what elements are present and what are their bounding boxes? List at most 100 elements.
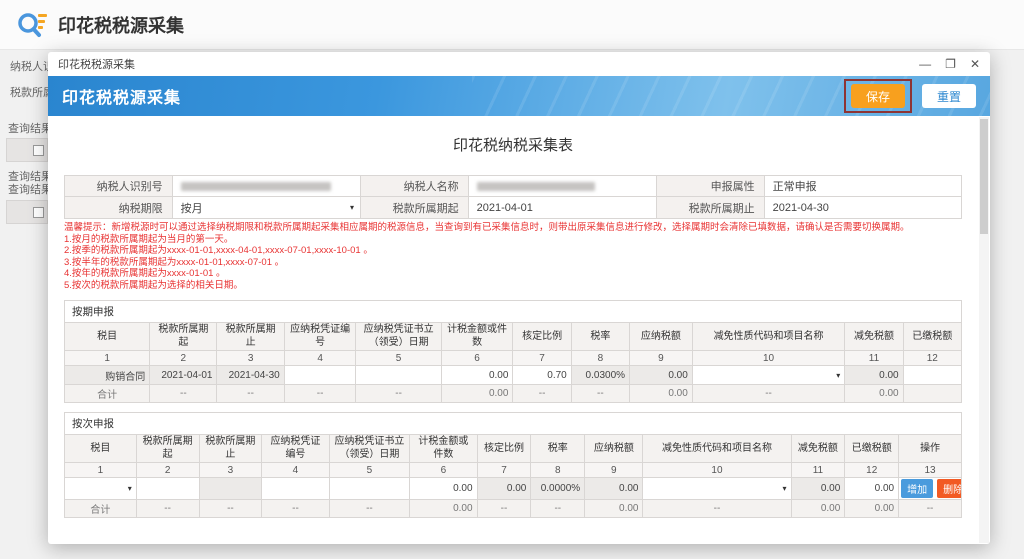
total-cell: -- — [571, 385, 629, 403]
column-number: 2 — [136, 463, 199, 478]
total-cell: 0.00 — [410, 500, 477, 518]
periodic-declare-table: 税目税款所属期起税款所属期止应纳税凭证编号应纳税凭证书立（领受）日期计税金额或件… — [64, 322, 962, 403]
declare-type-label: 申报属性 — [657, 176, 765, 197]
readonly-cell: 0.0000% — [531, 478, 585, 500]
window-controls: — ❐ ✕ — [919, 58, 980, 70]
period-start-value[interactable]: 2021-04-01 — [468, 197, 656, 219]
column-header: 核定比例 — [513, 323, 571, 351]
total-cell: -- — [199, 500, 262, 518]
column-header: 税款所属期起 — [136, 435, 199, 463]
readonly-cell: 0.0300% — [571, 366, 629, 385]
total-cell: -- — [513, 385, 571, 403]
column-header: 税款所属期起 — [150, 323, 217, 351]
column-number: 4 — [284, 351, 356, 366]
modal-content: 印花税纳税采集表 纳税人识别号 纳税人名称 申报属性 正常申报 纳税期限 — [48, 116, 990, 544]
reset-button[interactable]: 重置 — [922, 84, 976, 108]
minimize-icon[interactable]: — — [919, 58, 931, 70]
readonly-cell: 0.00 — [845, 366, 903, 385]
total-row: 合计--------0.00----0.00--0.000.00-- — [65, 500, 962, 518]
save-highlight-annotation: 保存 — [844, 79, 912, 113]
total-cell: -- — [477, 500, 531, 518]
column-header: 税款所属期止 — [199, 435, 262, 463]
column-number: 10 — [692, 351, 845, 366]
header-row: 税目税款所属期起税款所属期止应纳税凭证编号应纳税凭证书立（领受）日期计税金额或件… — [65, 323, 962, 351]
input-cell[interactable]: 0.00 — [410, 478, 477, 500]
input-cell[interactable]: 0.00 — [845, 478, 899, 500]
column-number: 5 — [356, 351, 441, 366]
close-icon[interactable]: ✕ — [970, 58, 980, 70]
input-cell[interactable]: 0.70 — [513, 366, 571, 385]
modal-banner: 印花税税源采集 保存 重置 — [48, 76, 990, 116]
select-cell[interactable]: ▾ — [692, 366, 845, 385]
bg-checkbox[interactable] — [33, 145, 44, 156]
select-cell[interactable]: ▾ — [643, 478, 791, 500]
periodic-section-label: 按期申报 — [64, 300, 962, 322]
delete-row-button[interactable]: 删除 — [937, 479, 961, 498]
restore-icon[interactable]: ❐ — [945, 58, 956, 70]
readonly-cell — [199, 478, 262, 500]
total-cell: -- — [329, 500, 410, 518]
period-start-label: 税款所属期起 — [361, 197, 469, 219]
pertime-declare-section: 按次申报 税目税款所属期起税款所属期止应纳税凭证编号应纳税凭证书立（领受）日期计… — [64, 412, 962, 518]
data-row: 购销合同2021-04-012021-04-300.000.700.0300%0… — [65, 366, 962, 385]
column-header: 已缴税额 — [903, 323, 961, 351]
readonly-cell: 0.00 — [477, 478, 531, 500]
bg-checkbox[interactable] — [33, 207, 44, 218]
column-header: 操作 — [899, 435, 962, 463]
taxpayer-id-value — [172, 176, 360, 197]
total-cell: 0.00 — [585, 500, 643, 518]
total-cell: -- — [217, 385, 284, 403]
bg-label-query-result: 查询结果 — [8, 181, 52, 197]
total-cell: -- — [284, 385, 356, 403]
data-row: ▾0.000.000.0000%0.00▾0.000.00增加删除 — [65, 478, 962, 500]
pertime-section-label: 按次申报 — [64, 412, 962, 434]
warning-line: 4.按年的税款所属期起为xxxx-01-01 。 — [64, 268, 962, 280]
readonly-cell: 0.00 — [630, 366, 693, 385]
input-cell[interactable] — [356, 366, 441, 385]
modal-scrollbar[interactable] — [979, 117, 989, 543]
input-cell[interactable] — [903, 366, 961, 385]
save-button[interactable]: 保存 — [851, 84, 905, 108]
form-title: 印花税纳税采集表 — [64, 134, 962, 155]
column-header: 税率 — [571, 323, 629, 351]
scrollbar-thumb[interactable] — [980, 119, 988, 234]
column-header: 减免性质代码和项目名称 — [643, 435, 791, 463]
column-number: 1 — [65, 351, 150, 366]
period-end-value: 2021-04-30 — [764, 197, 961, 219]
declare-type-value: 正常申报 — [764, 176, 961, 197]
column-header: 应纳税凭证书立（领受）日期 — [329, 435, 410, 463]
dropdown-caret-icon: ▾ — [836, 371, 840, 380]
input-cell[interactable] — [284, 366, 356, 385]
input-cell[interactable] — [262, 478, 329, 500]
column-header: 税款所属期止 — [217, 323, 284, 351]
column-number: 3 — [199, 463, 262, 478]
select-cell[interactable]: ▾ — [65, 478, 137, 500]
total-cell: 0.00 — [630, 385, 693, 403]
column-number-row: 123456789101112 — [65, 351, 962, 366]
input-cell[interactable] — [136, 478, 199, 500]
column-number: 12 — [845, 463, 899, 478]
stamp-tax-modal: 印花税税源采集 — ❐ ✕ 印花税税源采集 保存 重置 印花税纳税采集表 — [48, 52, 990, 544]
tax-term-label: 纳税期限 — [65, 197, 173, 219]
input-cell[interactable]: 0.00 — [441, 366, 513, 385]
column-header: 应纳税凭证编号 — [262, 435, 329, 463]
total-cell: -- — [356, 385, 441, 403]
page-title: 印花税税源采集 — [58, 12, 184, 38]
bg-result-box — [6, 200, 48, 224]
column-number: 9 — [630, 351, 693, 366]
banner-title: 印花税税源采集 — [62, 84, 181, 108]
column-header: 税目 — [65, 435, 137, 463]
add-row-button[interactable]: 增加 — [901, 479, 933, 498]
total-cell: -- — [899, 500, 962, 518]
column-header: 应纳税凭证书立（领受）日期 — [356, 323, 441, 351]
input-cell[interactable] — [329, 478, 410, 500]
column-number: 8 — [571, 351, 629, 366]
header-row: 税目税款所属期起税款所属期止应纳税凭证编号应纳税凭证书立（领受）日期计税金额或件… — [65, 435, 962, 463]
warning-line: 5.按次的税款所属期起为选择的相关日期。 — [64, 280, 962, 292]
warning-notice: 温馨提示：新增税源时可以通过选择纳税期限和税款所属期起采集相应属期的税源信息，当… — [64, 222, 962, 291]
bg-result-box — [6, 138, 48, 162]
pertime-declare-table: 税目税款所属期起税款所属期止应纳税凭证编号应纳税凭证书立（领受）日期计税金额或件… — [64, 434, 962, 518]
tax-term-select[interactable]: 按月 ▾ — [172, 197, 360, 219]
column-header: 应纳税凭证编号 — [284, 323, 356, 351]
taxpayer-info-table: 纳税人识别号 纳税人名称 申报属性 正常申报 纳税期限 按月 ▾ 税 — [64, 175, 962, 219]
